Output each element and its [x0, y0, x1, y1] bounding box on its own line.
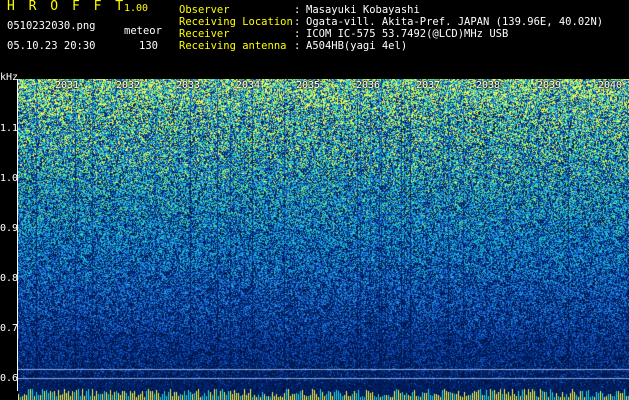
- y-tick-label: 0.6: [0, 373, 19, 384]
- x-tick-label: 2032: [116, 80, 141, 91]
- info-separator: :: [294, 16, 301, 28]
- info-key-observer: Observer: [179, 4, 230, 16]
- info-separator: :: [294, 4, 301, 16]
- info-key-antenna: Receiving antenna: [179, 40, 287, 52]
- x-tick-label: 2034: [236, 80, 261, 91]
- info-separator: :: [294, 28, 301, 40]
- y-axis-unit: kHz: [0, 72, 19, 83]
- info-key-location: Receiving Location: [179, 16, 293, 28]
- y-tick-label: 0.9: [0, 223, 19, 234]
- app-title: H R O F F T: [7, 0, 127, 14]
- y-axis-line: [17, 79, 18, 391]
- y-tick-label: 1.0: [0, 173, 19, 184]
- x-tick-label: 2031: [55, 80, 80, 91]
- spectrogram-canvas: [18, 79, 629, 400]
- info-value-observer: Masayuki Kobayashi: [306, 4, 420, 16]
- x-tick-label: 2039: [537, 80, 562, 91]
- x-tick-label: 2037: [416, 80, 441, 91]
- info-value-receiver: ICOM IC-575 53.7492(@LCD)MHz USB: [306, 28, 509, 40]
- y-tick-label: 0.7: [0, 323, 19, 334]
- spectrogram-display: 2031 2032 2033 2034 2035 2036 2037 2038 …: [18, 79, 629, 400]
- x-tick-label: 2040: [598, 80, 623, 91]
- x-tick-label: 2036: [356, 80, 381, 91]
- y-tick-label: 1.1: [0, 123, 19, 134]
- x-tick-label: 2033: [176, 80, 201, 91]
- info-separator: :: [294, 40, 301, 52]
- mode-label: meteor: [124, 25, 162, 37]
- info-key-receiver: Receiver: [179, 28, 230, 40]
- app-version: 1.00: [124, 3, 149, 14]
- info-value-location: Ogata-vill. Akita-Pref. JAPAN (139.96E, …: [306, 16, 604, 28]
- file-name: 0510232030.png: [7, 20, 96, 32]
- info-value-antenna: A504HB(yagi 4el): [306, 40, 408, 52]
- y-tick-label: 0.8: [0, 273, 19, 284]
- datetime: 05.10.23 20:30: [7, 40, 96, 52]
- x-tick-label: 2035: [296, 80, 321, 91]
- event-count: 130: [139, 40, 158, 52]
- x-tick-label: 2038: [476, 80, 501, 91]
